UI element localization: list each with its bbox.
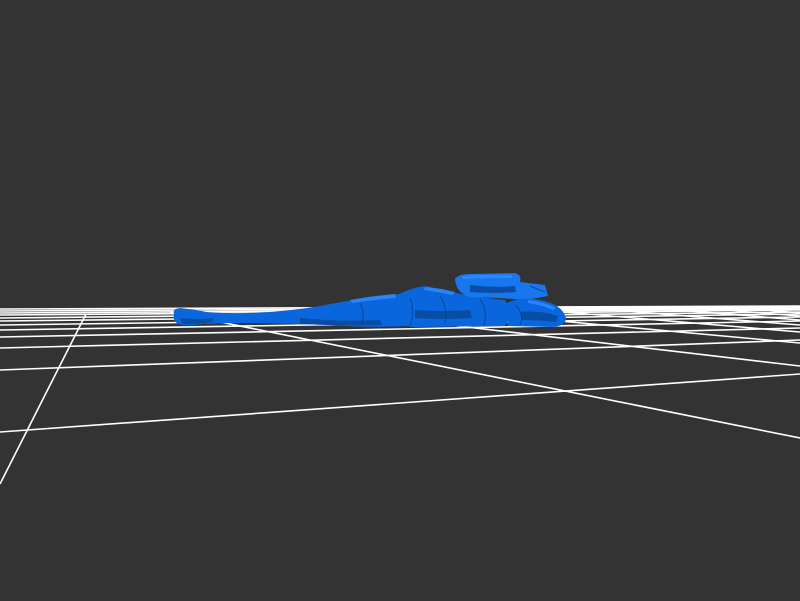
3d-viewport[interactable]	[0, 0, 800, 601]
3d-scene[interactable]	[0, 0, 800, 601]
